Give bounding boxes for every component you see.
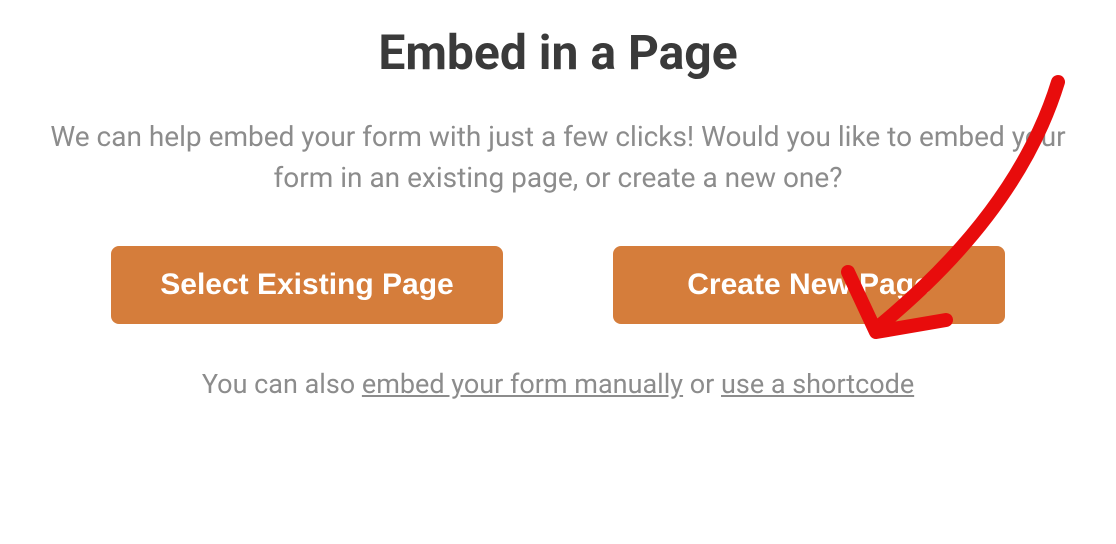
button-row: Select Existing Page Create New Page (111, 246, 1005, 324)
embed-manually-link[interactable]: embed your form manually (362, 368, 683, 400)
use-shortcode-link[interactable]: use a shortcode (721, 368, 914, 400)
footer-middle: or (683, 368, 721, 400)
footer-text: You can also embed your form manually or… (202, 368, 914, 400)
select-existing-page-button[interactable]: Select Existing Page (111, 246, 503, 324)
dialog-title: Embed in a Page (378, 24, 737, 81)
dialog-subtitle: We can help embed your form with just a … (28, 117, 1088, 198)
footer-prefix: You can also (202, 368, 362, 400)
create-new-page-button[interactable]: Create New Page (613, 246, 1005, 324)
